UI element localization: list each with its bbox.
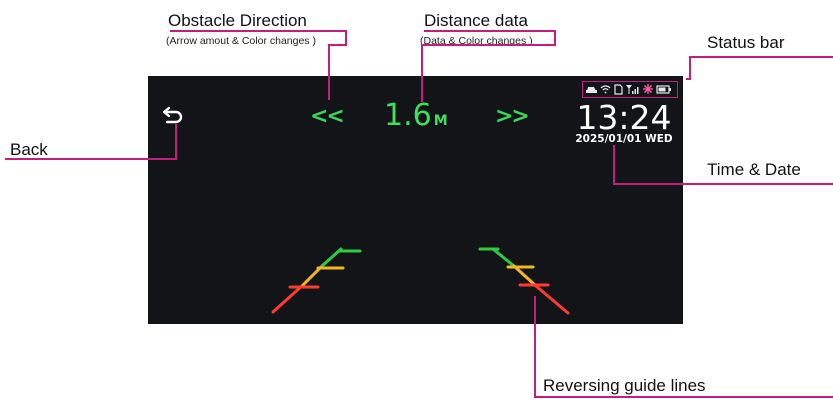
back-leader — [5, 124, 177, 160]
annotation-leader-lines — [5, 30, 833, 398]
status-bar-leader — [686, 56, 833, 80]
obstacle-direction-leader — [170, 30, 347, 100]
distance-data-leader — [421, 30, 556, 102]
time-date-leader — [613, 145, 833, 185]
guide-lines-leader — [534, 296, 833, 398]
